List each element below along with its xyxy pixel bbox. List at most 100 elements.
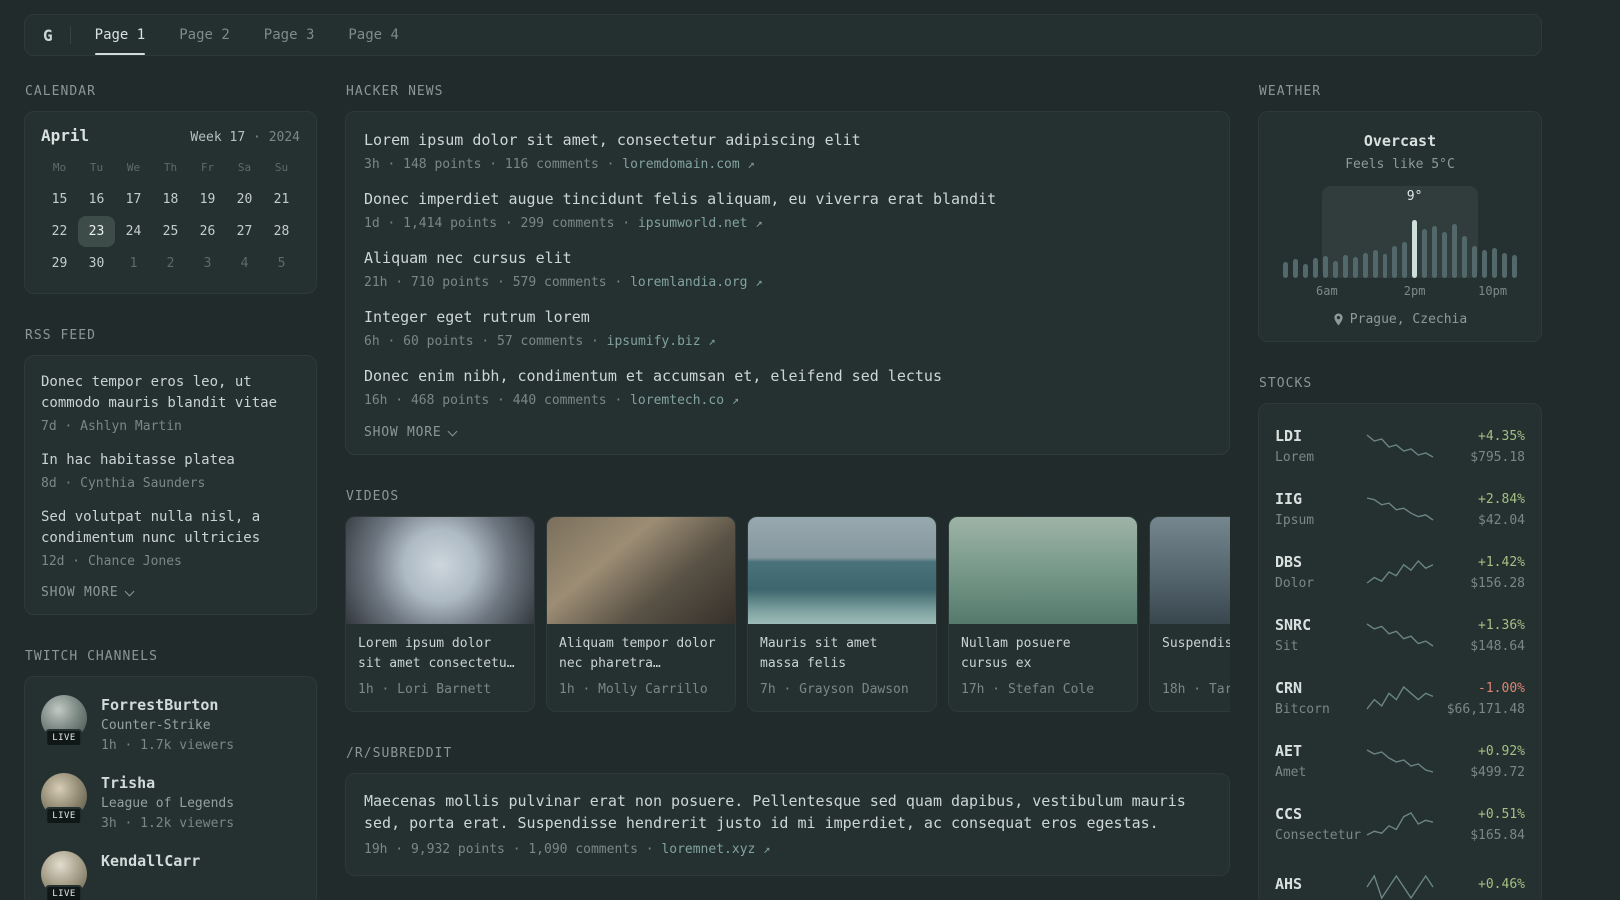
- rss-show-more-button[interactable]: SHOW MORE: [41, 585, 300, 600]
- video-title[interactable]: Mauris sit amet massa felis: [760, 634, 924, 674]
- middle-column: HACKER NEWS Lorem ipsum dolor sit amet, …: [345, 70, 1230, 900]
- stock-row[interactable]: DBS Dolor +1.42% $156.28: [1275, 540, 1525, 603]
- video-thumbnail[interactable]: [949, 517, 1137, 624]
- channel-name[interactable]: ForrestBurton: [101, 695, 234, 715]
- calendar-widget: CALENDAR April Week 17 · 2024 Mo Tu We Th Fr…: [24, 84, 317, 294]
- stock-symbol[interactable]: AHS: [1275, 875, 1365, 894]
- stock-symbol[interactable]: SNRC: [1275, 616, 1365, 635]
- stock-row[interactable]: CCS Consectetur +0.51% $165.84: [1275, 792, 1525, 855]
- twitch-channel[interactable]: LIVE ForrestBurton Counter-Strike 1h · 1…: [41, 695, 300, 755]
- stock-name: Ipsum: [1275, 512, 1315, 528]
- rss-item-title[interactable]: Sed volutpat nulla nisl, a condimentum n…: [41, 507, 300, 549]
- channel-game[interactable]: Counter-Strike: [101, 718, 234, 733]
- hackernews-item-title[interactable]: Donec imperdiet augue tincidunt felis al…: [364, 189, 1211, 210]
- stock-row[interactable]: AET Amet +0.92% $499.72: [1275, 729, 1525, 792]
- stock-change: +0.51%: [1478, 806, 1525, 822]
- subreddit-widget: /R/SUBREDDIT Maecenas mollis pulvinar er…: [345, 746, 1230, 876]
- stock-symbol[interactable]: CRN: [1275, 679, 1365, 698]
- hackernews-widget: HACKER NEWS Lorem ipsum dolor sit amet, …: [345, 84, 1230, 455]
- stock-row[interactable]: CRN Bitcorn -1.00% $66,171.48: [1275, 666, 1525, 729]
- calendar-week-label: Week 17 · 2024: [190, 130, 300, 145]
- stock-symbol[interactable]: CCS: [1275, 805, 1365, 824]
- tab-page-1[interactable]: Page 1: [94, 15, 145, 55]
- chevron-down-icon: [125, 586, 135, 596]
- twitch-card: LIVE ForrestBurton Counter-Strike 1h · 1…: [24, 676, 317, 900]
- hackernews-show-more-button[interactable]: SHOW MORE: [364, 425, 1211, 440]
- subreddit-card: Maecenas mollis pulvinar erat non posuer…: [345, 773, 1230, 876]
- stock-sparkline: [1366, 559, 1434, 584]
- live-badge: LIVE: [45, 807, 83, 825]
- video-card[interactable]: Aliquam tempor dolor nec pharetra… 1h · …: [546, 516, 736, 712]
- channel-meta: 1h · 1.7k viewers: [101, 738, 235, 753]
- stock-symbol[interactable]: IIG: [1275, 490, 1365, 509]
- rss-item-title[interactable]: Donec tempor eros leo, ut commodo mauris…: [41, 372, 300, 414]
- channel-name[interactable]: Trisha: [101, 773, 234, 793]
- rss-item-title[interactable]: In hac habitasse platea: [41, 450, 300, 471]
- hackernews-item-stats: 6h · 60 points · 57 comments ·: [364, 334, 599, 349]
- reddit-post-domain[interactable]: loremnet.xyz ↗: [661, 842, 770, 857]
- stock-price: $499.72: [1470, 764, 1525, 780]
- stock-symbol[interactable]: DBS: [1275, 553, 1365, 572]
- rss-item: In hac habitasse platea 8d · Cynthia Sau…: [41, 450, 300, 493]
- video-title[interactable]: Aliquam tempor dolor nec pharetra…: [559, 634, 723, 674]
- hackernews-item-title[interactable]: Aliquam nec cursus elit: [364, 248, 1211, 269]
- hackernews-item-title[interactable]: Lorem ipsum dolor sit amet, consectetur …: [364, 130, 1211, 151]
- weather-hour-bar: [1283, 261, 1288, 278]
- tab-page-2[interactable]: Page 2: [179, 15, 230, 55]
- video-thumbnail[interactable]: [748, 517, 936, 624]
- weather-hour-bar: [1482, 250, 1488, 278]
- reddit-post-title[interactable]: Maecenas mollis pulvinar erat non posuer…: [364, 790, 1211, 834]
- video-thumbnail[interactable]: [346, 517, 534, 624]
- stock-row[interactable]: AHS +0.46%: [1275, 855, 1525, 900]
- video-title[interactable]: Lorem ipsum dolor sit amet consectetu…: [358, 634, 522, 674]
- tab-page-4[interactable]: Page 4: [348, 15, 399, 55]
- tab-page-3[interactable]: Page 3: [264, 15, 315, 55]
- weather-hour-bar: [1501, 252, 1507, 278]
- stock-row[interactable]: LDI Lorem +4.35% $795.18: [1275, 414, 1525, 477]
- weather-hour-bar: [1432, 225, 1438, 278]
- channel-game[interactable]: League of Legends: [101, 796, 234, 811]
- video-card[interactable]: Nullam posuere cursus ex 17h · Stefan Co…: [948, 516, 1138, 712]
- left-column: CALENDAR April Week 17 · 2024 Mo Tu We Th Fr…: [24, 70, 317, 900]
- top-nav-bar: G Page 1 Page 2 Page 3 Page 4: [24, 14, 1542, 56]
- video-body: Mauris sit amet massa felis 7h · Grayson…: [748, 624, 936, 711]
- weather-hour-bar: [1422, 228, 1428, 278]
- twitch-channel[interactable]: LIVE KendallCarr: [41, 851, 300, 900]
- hackernews-item-domain[interactable]: ipsumify.biz ↗: [607, 334, 716, 349]
- video-title[interactable]: Suspendis diam: [1162, 634, 1230, 674]
- rss-widget: RSS FEED Donec tempor eros leo, ut commo…: [24, 328, 317, 615]
- app-logo[interactable]: G: [43, 26, 53, 45]
- video-meta: 1h · Lori Barnett: [358, 682, 492, 697]
- weather-hour-bar: [1402, 242, 1408, 278]
- video-thumbnail[interactable]: [1150, 517, 1230, 624]
- video-card[interactable]: Suspendis diam 18h · Tara: [1149, 516, 1230, 712]
- video-card[interactable]: Mauris sit amet massa felis 7h · Grayson…: [747, 516, 937, 712]
- channel-name[interactable]: KendallCarr: [101, 851, 200, 871]
- video-title[interactable]: Nullam posuere cursus ex: [961, 634, 1125, 674]
- hackernews-item-domain[interactable]: loremdomain.com ↗: [622, 157, 754, 172]
- hackernews-item-domain[interactable]: loremtech.co ↗: [630, 393, 739, 408]
- weather-feels-like: Feels like 5°C: [1345, 157, 1455, 172]
- weather-hour-bar: [1511, 254, 1517, 278]
- stock-row[interactable]: SNRC Sit +1.36% $148.64: [1275, 603, 1525, 666]
- hackernews-item-title[interactable]: Donec enim nibh, condimentum et accumsan…: [364, 366, 1211, 387]
- weather-card: Overcast Feels like 5°C 9° 6am 2pm 10pm Pr…: [1258, 111, 1542, 342]
- stock-symbol[interactable]: AET: [1275, 742, 1365, 761]
- stock-symbol[interactable]: LDI: [1275, 427, 1365, 446]
- hackernews-item-title[interactable]: Integer eget rutrum lorem: [364, 307, 1211, 328]
- hackernews-item-domain[interactable]: loremlandia.org ↗: [630, 275, 762, 290]
- stock-row[interactable]: IIG Ipsum +2.84% $42.04: [1275, 477, 1525, 540]
- rss-section-title: RSS FEED: [25, 328, 96, 343]
- twitch-channel[interactable]: LIVE Trisha League of Legends 3h · 1.2k …: [41, 773, 300, 833]
- live-badge: LIVE: [45, 729, 83, 747]
- rss-item-meta: 7d · Ashlyn Martin: [41, 419, 182, 434]
- weather-time-labels: 6am 2pm 10pm: [1283, 284, 1517, 299]
- video-card[interactable]: Lorem ipsum dolor sit amet consectetu… 1…: [345, 516, 535, 712]
- calendar-day: 17: [125, 192, 142, 207]
- stock-price: $165.84: [1470, 827, 1525, 843]
- channel-meta: 3h · 1.2k viewers: [101, 816, 235, 831]
- stock-name: Amet: [1275, 764, 1307, 780]
- stock-name: Sit: [1275, 638, 1299, 654]
- hackernews-item-domain[interactable]: ipsumworld.net ↗: [638, 216, 763, 231]
- video-thumbnail[interactable]: [547, 517, 735, 624]
